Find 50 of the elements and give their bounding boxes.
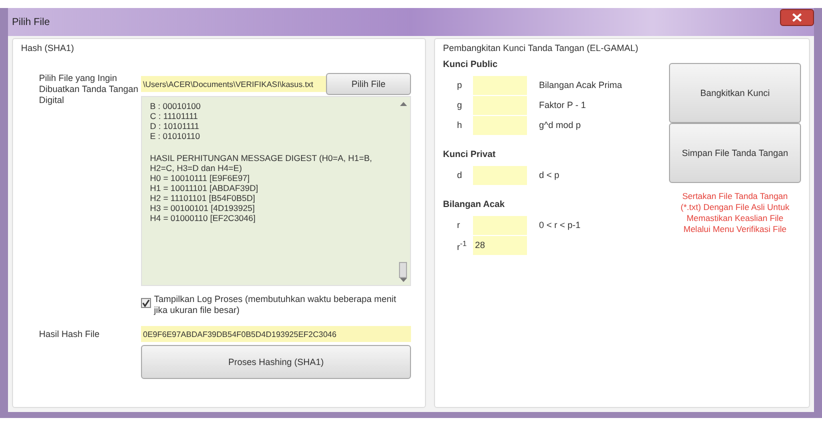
variable-label: r$^{-1}$ <box>456 238 468 252</box>
log-line: H3 = 00100101 [4D193925] <box>150 203 256 213</box>
log-line: H0 = 10010111 [E9F6E97] <box>150 173 251 183</box>
hint-text: Sertakan File Tanda Tangan (*.txt) Dengan File Asli Untuk Memastikan Keaslian File Melalui Menu Verifikasi File <box>680 191 790 235</box>
window-title: Pilih File <box>11 16 50 28</box>
value-field[interactable] <box>473 116 527 134</box>
field-label: Hasil Hash File <box>38 328 101 340</box>
log-line: E : 01010110 <box>150 131 201 141</box>
value-field[interactable] <box>473 216 527 234</box>
checkbox[interactable] <box>141 298 151 308</box>
action-button[interactable]: Bangkitkan Kunci <box>669 63 801 123</box>
field-note: Faktor P - 1 <box>538 100 586 110</box>
log-line: D : 10101111 <box>150 121 200 131</box>
field-note: 0 < r < p-1 <box>538 220 581 230</box>
hash-result-field[interactable]: 0E9F6E97ABDAF39DB54F0B5D4D193925EF2C3046 <box>141 326 411 342</box>
variable-label: g <box>456 100 464 110</box>
scroll-up-icon[interactable] <box>400 101 406 106</box>
action-button[interactable]: Simpan File Tanda Tangan <box>669 123 801 183</box>
file-path-field[interactable]: \Users\ACER\Documents\VERIFIKASI\kasus.txt <box>141 76 326 92</box>
log-line: H1 = 10011101 [ABDAF39D] <box>150 183 260 193</box>
log-area[interactable] <box>141 96 411 286</box>
close-button[interactable] <box>780 8 814 26</box>
field-note: g^d mod p <box>538 120 581 130</box>
log-line: HASIL PERHITUNGAN MESSAGE DIGEST (H0=A, H1=B, H2=C, H3=D dan H4=E) <box>150 153 374 173</box>
field-note: Bilangan Acak Prima <box>538 80 622 90</box>
scroll-thumb[interactable] <box>399 262 407 278</box>
value-field[interactable] <box>473 76 527 94</box>
group-title: Pembangkitan Kunci Tanda Tangan (EL-GAMAL) <box>443 43 640 53</box>
section-title: Kunci Public <box>443 59 499 69</box>
variable-label: p <box>456 80 464 90</box>
variable-label: r <box>456 220 461 230</box>
section-title: Bilangan Acak <box>443 199 506 209</box>
field-note: d < p <box>538 170 560 180</box>
browse-button[interactable]: Pilih File <box>326 73 411 95</box>
close-icon <box>792 12 802 22</box>
checkbox-label: Tampilkan Log Proses (membutuhkan waktu beberapa menit jika ukuran file besar) <box>154 294 398 316</box>
value-field[interactable] <box>473 166 527 184</box>
log-line: H4 = 01000110 [EF2C3046] <box>150 213 256 223</box>
section-title: Kunci Privat <box>443 149 497 159</box>
scrollbar[interactable] <box>398 101 408 283</box>
field-label: Pilih File yang Ingin Dibuatkan Tanda Tangan Digital <box>38 73 140 107</box>
variable-label: h <box>456 120 464 130</box>
process-hashing-button[interactable]: Proses Hashing (SHA1) <box>141 345 411 379</box>
value-field[interactable] <box>473 96 527 114</box>
group-title: Hash (SHA1) <box>21 43 76 53</box>
log-line: H2 = 11101101 [B54F0B5D] <box>150 193 256 203</box>
log-line: C : 11101111 <box>150 111 199 121</box>
value-field[interactable]: 28 <box>473 236 527 254</box>
variable-label: d <box>456 170 464 180</box>
log-line: B : 00010100 <box>150 101 202 111</box>
